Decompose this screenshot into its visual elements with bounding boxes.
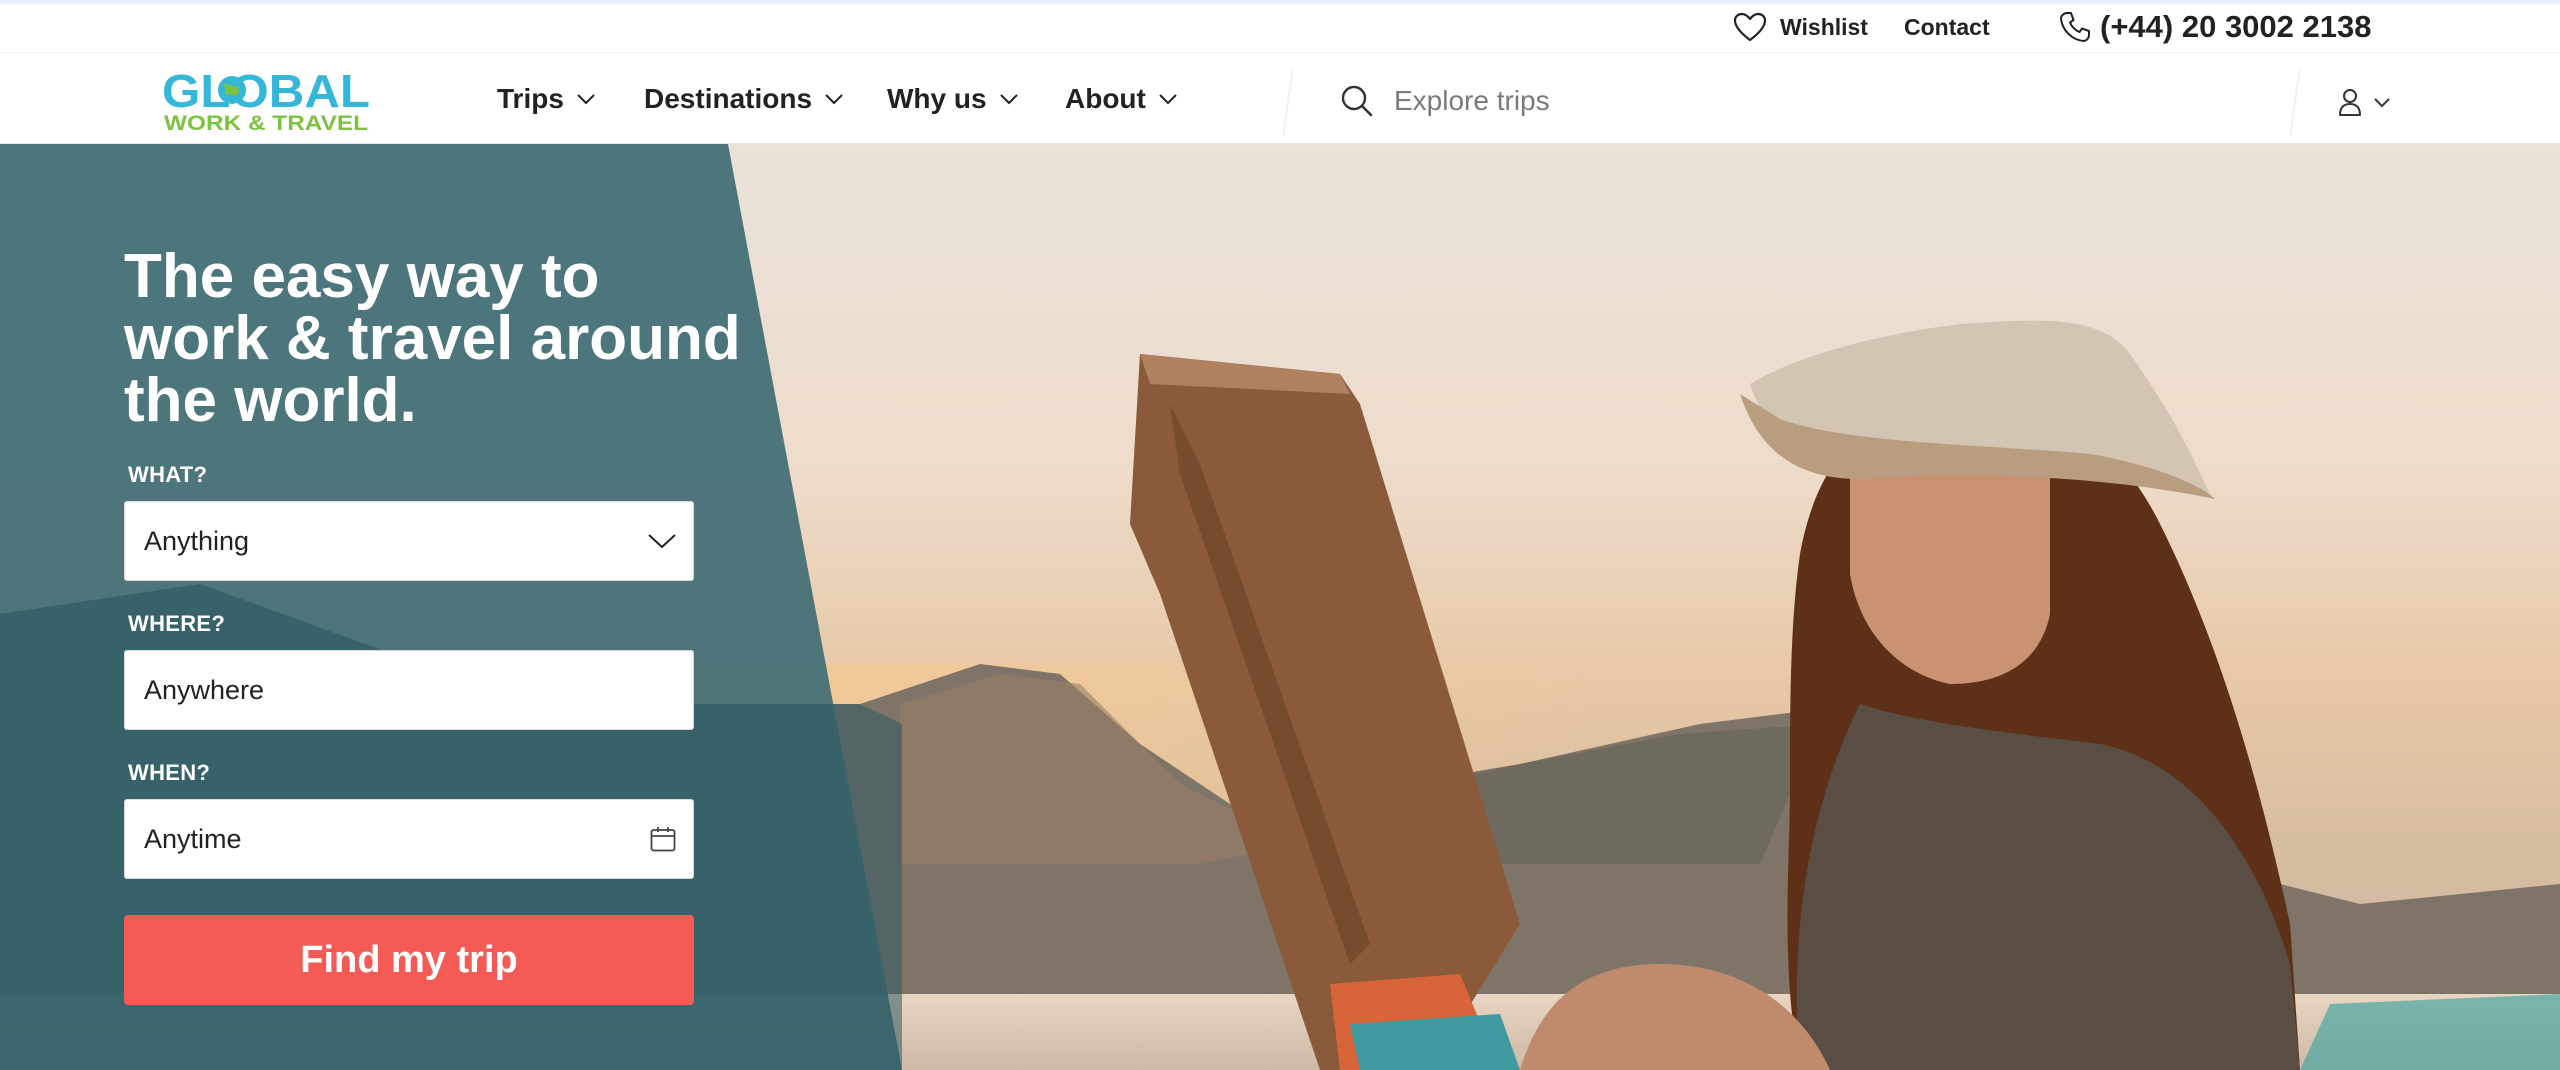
nav-trips[interactable]: Trips (497, 79, 596, 119)
chevron-down-icon (825, 94, 843, 105)
user-icon (2339, 89, 2361, 116)
logo-text-work-travel: WORK & TRAVEL (164, 112, 368, 134)
nav-why-us-label: Why us (887, 83, 987, 114)
nav-trips-label: Trips (497, 83, 564, 114)
contact-label: Contact (1904, 13, 1990, 40)
wishlist-label: Wishlist (1780, 13, 1868, 40)
calendar-icon (650, 827, 676, 852)
hero-section: The easy way to work & travel around the… (0, 144, 2560, 1070)
chevron-down-icon (1159, 94, 1177, 105)
chevron-down-icon (2374, 97, 2390, 107)
when-label: WHEN? (128, 760, 211, 785)
nav-destinations[interactable]: Destinations (644, 79, 844, 119)
what-label: WHAT? (128, 462, 208, 487)
nav-divider (1282, 68, 1294, 136)
nav-why-us[interactable]: Why us (887, 79, 1019, 119)
nav-about[interactable]: About (1065, 79, 1178, 119)
search-bar[interactable] (1340, 76, 2240, 126)
when-date-picker[interactable]: Anytime (124, 799, 694, 879)
wishlist-link[interactable]: Wishlist (1732, 12, 1868, 42)
nav-divider (2289, 68, 2301, 136)
contact-link[interactable]: Contact (1904, 12, 1990, 42)
chevron-down-icon (648, 534, 676, 549)
chevron-down-icon (577, 94, 595, 105)
where-field-value: Anywhere (144, 674, 265, 705)
heart-icon (1733, 12, 1767, 42)
chevron-down-icon (999, 94, 1018, 105)
logo-text-global: GLOBAL (162, 66, 370, 117)
global-work-travel-logo[interactable]: GLOBAL WORK & TRAVEL (160, 66, 375, 134)
find-my-trip-button[interactable]: Find my trip (124, 915, 694, 1005)
account-menu[interactable] (2337, 82, 2391, 122)
what-select[interactable]: Anything (124, 501, 694, 581)
where-label: WHERE? (128, 611, 226, 636)
search-icon (1341, 85, 1373, 117)
phone-link[interactable]: (+44) 20 3002 2138 (2058, 9, 2372, 44)
nav-destinations-label: Destinations (644, 83, 813, 114)
main-navigation: GLOBAL WORK & TRAVEL Trips Destinations … (0, 54, 2560, 144)
phone-icon (2060, 12, 2090, 42)
nav-about-label: About (1065, 83, 1146, 114)
where-field[interactable]: Anywhere (124, 650, 694, 730)
search-input[interactable] (1394, 85, 2094, 117)
what-select-value: Anything (144, 525, 250, 556)
utility-bar: Wishlist Contact (+44) 20 3002 2138 (0, 0, 2560, 53)
when-field-value: Anytime (144, 823, 242, 854)
phone-number: (+44) 20 3002 2138 (2100, 9, 2372, 44)
hero-headline: The easy way to work & travel around the… (124, 242, 741, 435)
